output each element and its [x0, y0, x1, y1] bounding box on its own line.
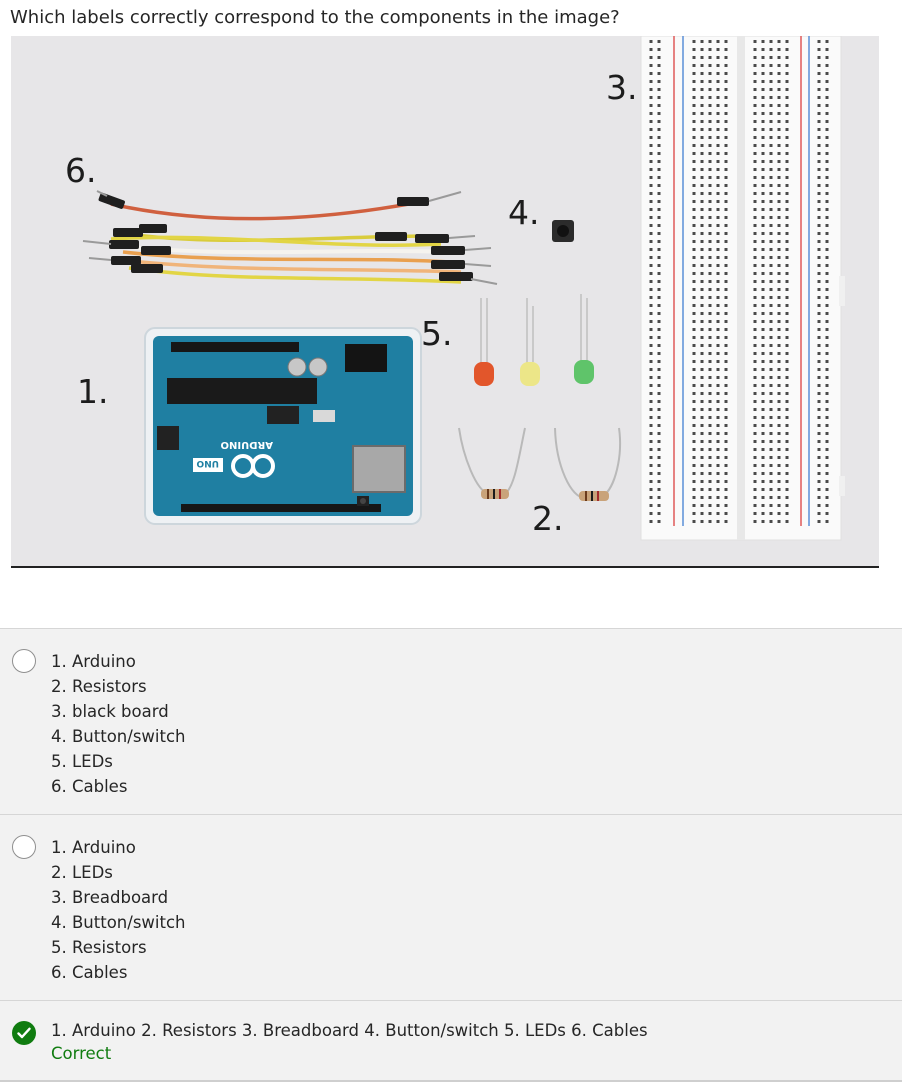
option-line: 3. black board: [51, 702, 169, 721]
option-line: 2. LEDs: [51, 863, 113, 882]
answer-option-3[interactable]: 1. Arduino 2. Resistors 3. Breadboard 4.…: [0, 1000, 902, 1082]
answer-options: 1. Arduino 2. Resistors 3. black board 4…: [0, 628, 902, 1082]
answer-option-2[interactable]: 1. Arduino 2. LEDs 3. Breadboard 4. Butt…: [0, 814, 902, 1000]
option-2-lines: 1. Arduino 2. LEDs 3. Breadboard 4. Butt…: [51, 835, 186, 985]
option-3-text: 1. Arduino 2. Resistors 3. Breadboard 4.…: [51, 1021, 648, 1040]
callout-1: 1.: [77, 372, 109, 411]
radio-button[interactable]: [12, 649, 36, 673]
arduino-brand-text: ARDUINO: [221, 439, 273, 450]
radio-button[interactable]: [12, 835, 36, 859]
checkmark-icon[interactable]: [12, 1021, 36, 1045]
option-line: 3. Breadboard: [51, 888, 169, 907]
breadboard: [640, 36, 845, 541]
arduino-board: ARDUINO UNO: [144, 327, 422, 525]
option-line: 5. LEDs: [51, 752, 113, 771]
push-button: [552, 220, 574, 242]
answer-option-1[interactable]: 1. Arduino 2. Resistors 3. black board 4…: [0, 628, 902, 814]
callout-5: 5.: [421, 314, 453, 353]
option-line: 5. Resistors: [51, 938, 147, 957]
option-line: 4. Button/switch: [51, 913, 186, 932]
option-line: 6. Cables: [51, 777, 128, 796]
component-photo: ARDUINO UNO 6. 4. 3. 5. 1. 2.: [11, 36, 879, 566]
question-text: Which labels correctly correspond to the…: [10, 7, 620, 28]
option-line: 1. Arduino: [51, 838, 136, 857]
arduino-model-text: UNO: [196, 458, 219, 468]
figure-divider: [11, 566, 879, 568]
option-line: 2. Resistors: [51, 677, 147, 696]
callout-3: 3.: [606, 68, 638, 107]
option-1-lines: 1. Arduino 2. Resistors 3. black board 4…: [51, 649, 186, 799]
callout-4: 4.: [508, 193, 540, 232]
option-line: 4. Button/switch: [51, 727, 186, 746]
option-line: 6. Cables: [51, 963, 128, 982]
correct-status: Correct: [51, 1044, 112, 1063]
callout-2: 2.: [532, 499, 564, 538]
callout-6: 6.: [65, 151, 97, 190]
option-line: 1. Arduino: [51, 652, 136, 671]
